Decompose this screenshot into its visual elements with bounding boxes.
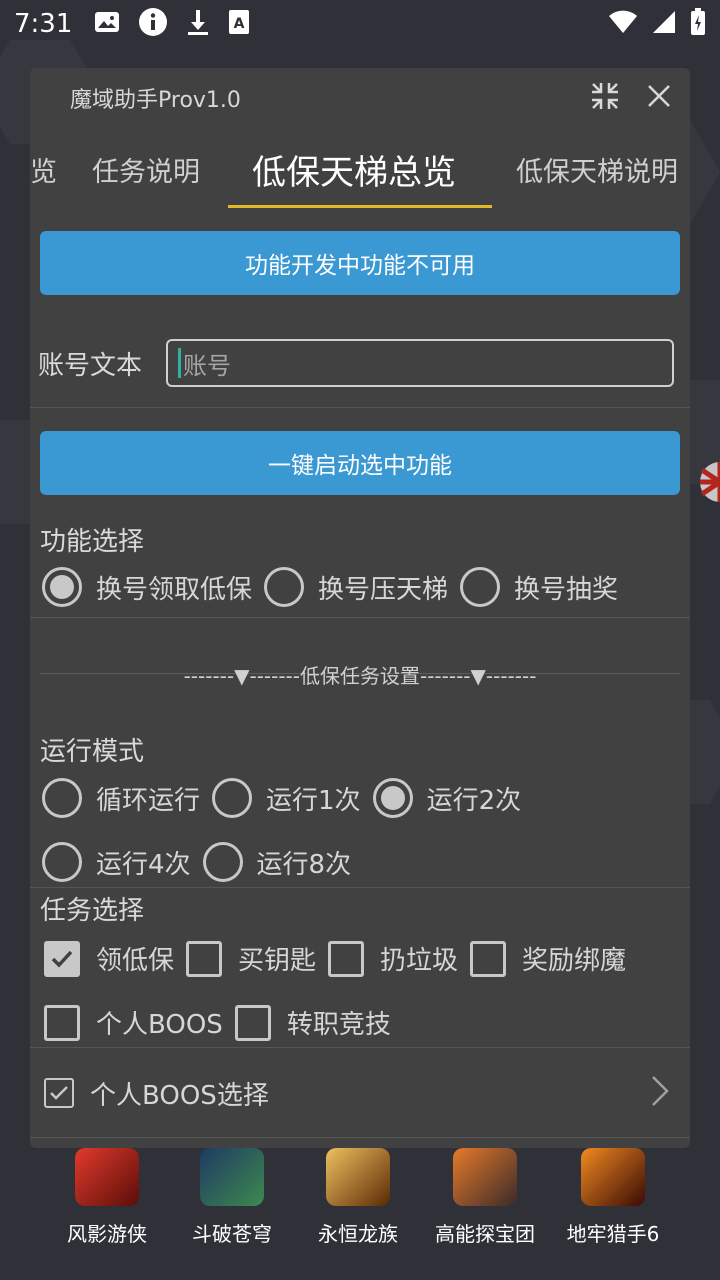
radio-run-8[interactable] [202, 842, 243, 882]
tab-dibao-ladder-description[interactable]: 低保天梯说明 [516, 128, 678, 210]
radio-run-twice[interactable] [372, 778, 413, 818]
radio-label: 运行8次 [256, 849, 352, 880]
account-input[interactable]: 账号 [166, 339, 674, 387]
function-select-group: 换号领取低保 换号压天梯 换号抽奖 [42, 567, 630, 607]
window-header: 魔域助手Prov1.0 [30, 68, 690, 128]
app-dock: 风影游侠 斗破苍穹 永恒龙族 高能探宝团 地牢猎手6 [0, 1148, 720, 1280]
divider [30, 887, 690, 888]
personal-boos-select-row[interactable]: 个人BOOS选择 [30, 1048, 690, 1138]
app-yongheng-longzu[interactable]: 永恒龙族 [316, 1148, 400, 1247]
checkbox-label: 奖励绑魔 [522, 946, 627, 976]
boos-select-label: 个人BOOS选择 [90, 1080, 269, 1111]
wifi-icon [608, 10, 638, 38]
run-mode-group-row1: 循环运行 运行1次 运行2次 [42, 778, 533, 818]
app-label: 高能探宝团 [435, 1222, 535, 1246]
radio-label: 运行1次 [266, 785, 361, 816]
svg-text:A: A [234, 16, 245, 32]
tab-indicator [228, 205, 492, 208]
task-select-label: 任务选择 [40, 896, 145, 926]
app-dilao-lieshou[interactable]: 地牢猎手6 [566, 1148, 660, 1247]
one-click-start-button[interactable]: 一键启动选中功能 [40, 431, 680, 495]
tab-task-description[interactable]: 任务说明 [92, 128, 200, 210]
radio-label: 换号压天梯 [318, 574, 449, 605]
checkbox-label: 领低保 [96, 946, 175, 976]
run-mode-group-row2: 运行4次 运行8次 [42, 842, 363, 882]
app-doupo-cangqiong[interactable]: 斗破苍穹 [190, 1148, 274, 1247]
divider [30, 407, 690, 408]
app-label: 永恒龙族 [318, 1222, 398, 1246]
radio-label: 运行2次 [426, 785, 522, 816]
app-label: 风影游侠 [67, 1222, 147, 1246]
battery-icon [690, 8, 706, 40]
radio-switch-lottery[interactable] [460, 567, 501, 607]
tab-dibao-ladder-overview[interactable]: 低保天梯总览 [252, 128, 456, 210]
boos-select-checkbox[interactable] [44, 1078, 74, 1108]
account-label: 账号文本 [38, 351, 143, 381]
chevron-right-icon [650, 1074, 670, 1112]
checkbox-buy-key[interactable] [186, 940, 223, 977]
app-icon [453, 1148, 517, 1206]
function-select-label: 功能选择 [40, 527, 145, 557]
tab-overview-partial[interactable]: 览 [30, 128, 57, 210]
download-icon [186, 8, 210, 40]
assistant-window: 魔域助手Prov1.0 览 任务说明 低保天梯总览 低保天梯说明 功能开发中功能… [30, 68, 690, 1148]
radio-switch-claim-dibao[interactable] [42, 567, 82, 607]
app-label: 地牢猎手6 [566, 1222, 660, 1246]
signal-icon [652, 10, 676, 38]
app-label: 斗破苍穹 [192, 1222, 272, 1246]
account-placeholder: 账号 [183, 351, 231, 380]
text-cursor [178, 348, 181, 378]
status-bar: 7:31 A [0, 0, 720, 48]
divider [30, 1137, 690, 1138]
info-icon [138, 7, 168, 41]
radio-loop-run[interactable] [42, 778, 82, 818]
radio-label: 循环运行 [96, 785, 201, 816]
app-icon [200, 1148, 264, 1206]
app-icon [326, 1148, 390, 1206]
radio-run-4[interactable] [42, 842, 82, 882]
checkbox-claim-dibao[interactable] [44, 940, 80, 977]
window-title: 魔域助手Prov1.0 [70, 88, 241, 113]
checkbox-personal-boos[interactable] [44, 1004, 80, 1041]
radio-label: 运行4次 [96, 849, 191, 880]
checkbox-class-arena[interactable] [234, 1004, 271, 1041]
tab-bar: 览 任务说明 低保天梯总览 低保天梯说明 [30, 128, 690, 210]
radio-label: 换号领取低保 [96, 574, 253, 605]
status-time: 7:31 [14, 9, 73, 39]
app-gaoneng-tanbaotuan[interactable]: 高能探宝团 [432, 1148, 538, 1247]
checkbox-label: 买钥匙 [238, 946, 317, 976]
app-icon [581, 1148, 645, 1206]
task-select-row1: 领低保 买钥匙 扔垃圾 奖励绑魔 [44, 940, 638, 977]
minimize-icon[interactable] [590, 81, 620, 115]
text-icon: A [228, 9, 250, 39]
section-title-dibao-settings: -------▼-------低保任务设置-------▼------- [40, 659, 680, 689]
radio-label: 换号抽奖 [514, 574, 619, 605]
run-mode-label: 运行模式 [40, 737, 145, 767]
checkbox-throw-junk[interactable] [328, 940, 365, 977]
checkbox-label: 个人BOOS [96, 1010, 223, 1040]
feature-unavailable-button[interactable]: 功能开发中功能不可用 [40, 231, 680, 295]
checkbox-label: 转职竞技 [286, 1010, 391, 1040]
task-select-row2: 个人BOOS 转职竞技 [44, 1004, 403, 1041]
close-icon[interactable] [646, 83, 672, 113]
app-fengying-youxia[interactable]: 风影游侠 [66, 1148, 148, 1247]
radio-run-once[interactable] [212, 778, 253, 818]
checkbox-reward-bind-magic[interactable] [470, 940, 507, 977]
divider [30, 617, 690, 618]
checkbox-label: 扔垃圾 [380, 946, 459, 976]
image-icon [94, 11, 120, 37]
floating-ball-icon[interactable] [690, 460, 720, 504]
radio-switch-ladder[interactable] [264, 567, 305, 607]
app-icon [75, 1148, 139, 1206]
